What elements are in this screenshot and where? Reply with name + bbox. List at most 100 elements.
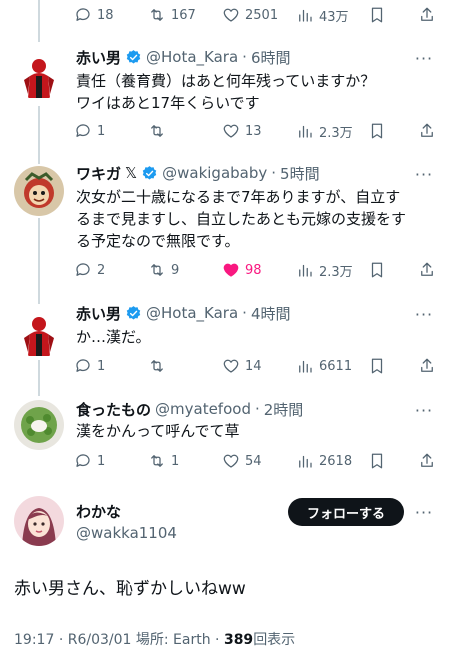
like-count: 98 [245,262,262,278]
avatar[interactable] [14,400,64,450]
text-line: る予定なので無限です。 [76,232,240,250]
bookmark-button[interactable] [368,448,386,474]
display-name[interactable]: 赤い男 [76,47,121,68]
separator-dot: · [215,632,220,648]
retweet-icon [151,455,163,467]
timestamp[interactable]: 2時間 [264,399,304,420]
reply-text: 責任（養育費）はあと何年残っていますか？ ワイはあと17年くらいです [76,70,436,114]
reply-count: 2 [97,262,106,278]
reply-button[interactable]: 1 [74,353,105,379]
reply-button[interactable]: 1 [74,448,105,474]
reply-header: 食ったもの @myatefood · 2時間 [76,398,410,420]
share-button[interactable] [418,257,436,283]
bookmark-button[interactable] [368,2,386,28]
timestamp[interactable]: 4時間 [251,303,291,324]
views-count: 2.3万 [319,264,353,280]
bookmark-button[interactable] [368,257,386,283]
retweet-button[interactable]: 167 [148,2,196,28]
avatar[interactable] [14,308,64,358]
handle[interactable]: @Hota_Kara [146,48,238,66]
retweet-button[interactable] [148,353,171,379]
views-count: 2.3万 [319,125,353,141]
like-button[interactable]: 98 [222,257,262,283]
views-button[interactable]: 6611 [296,353,352,379]
bookmark-icon [371,358,383,374]
retweet-icon [151,125,163,137]
reply-icon [76,124,90,137]
view-count-label: 回表示 [253,632,296,648]
like-button[interactable]: 54 [222,448,262,474]
post-time[interactable]: 19:17 [14,632,54,648]
reply-icon [76,454,90,467]
reply-button[interactable]: 1 [74,118,105,144]
x-logo-icon: 𝕏 [125,164,138,182]
post-date[interactable]: R6/03/01 [68,632,132,648]
heart-icon [223,359,239,373]
bookmark-button[interactable] [368,353,386,379]
bookmark-icon [371,7,383,23]
heart-icon [223,454,239,468]
avatar[interactable] [14,496,64,546]
author-handle-row: @wakka1104 [76,522,280,544]
share-button[interactable] [418,118,436,144]
views-button[interactable]: 2.3万 [296,118,353,144]
like-button[interactable]: 14 [222,353,262,379]
retweet-icon [151,360,163,372]
cartoon-avatar-icon [14,166,64,216]
post-meta: 19:17 · R6/03/01 場所: Earth · 389回表示 [14,629,295,649]
retweet-button[interactable]: 9 [148,257,179,283]
handle[interactable]: @wakigababy [162,164,267,182]
views-button[interactable]: 43万 [296,2,349,28]
verified-badge-icon [141,165,158,182]
retweet-count: 9 [171,262,180,278]
share-icon [421,358,433,372]
timestamp[interactable]: 5時間 [280,163,320,184]
display-name[interactable]: 食ったもの [76,399,151,420]
more-options-icon[interactable]: ··· [414,164,434,184]
reply-button[interactable]: 18 [74,2,114,28]
bookmark-button[interactable] [368,118,386,144]
handle[interactable]: @myatefood [155,400,251,418]
views-button[interactable]: 2618 [296,448,352,474]
share-button[interactable] [418,448,436,474]
separator-dot: · [58,632,64,648]
more-options-icon[interactable]: ··· [414,304,434,324]
retweet-button[interactable] [148,118,171,144]
timestamp[interactable]: 6時間 [251,47,291,68]
share-button[interactable] [418,353,436,379]
reply-text: 漢をかんって呼んでて草 [76,420,436,442]
thread-line [38,0,40,42]
reply-text: か…漢だ。 [76,326,436,348]
retweet-count: 1 [171,453,180,469]
like-button[interactable]: 13 [222,118,262,144]
separator-dot: · [271,164,277,182]
text-line: 漢をかんって呼んでて草 [76,422,240,440]
retweet-count: 167 [171,7,196,23]
separator-dot: · [242,48,247,66]
avatar[interactable] [14,166,64,216]
display-name[interactable]: ワキガ [76,163,121,184]
reply-icon [76,263,90,276]
like-count: 54 [245,453,262,469]
reply-button[interactable]: 2 [74,257,105,283]
more-options-icon[interactable]: ··· [414,502,434,522]
retweet-button[interactable]: 1 [148,448,179,474]
like-button[interactable]: 2501 [222,2,278,28]
display-name[interactable]: 赤い男 [76,303,121,324]
display-name[interactable]: わかな [76,501,121,522]
more-options-icon[interactable]: ··· [414,400,434,420]
handle[interactable]: @wakka1104 [76,524,177,542]
follow-button[interactable]: フォローする [288,498,404,526]
reply-count: 1 [97,453,106,469]
food-avatar-icon [14,400,64,450]
share-button[interactable] [418,2,436,28]
reply-header: ワキガ 𝕏 @wakigababy · 5時間 [76,162,410,184]
retweet-icon [151,264,163,276]
more-options-icon[interactable]: ··· [414,48,434,68]
avatar[interactable] [14,50,64,100]
heart-icon [223,8,239,22]
views-icon [299,360,312,373]
illustrated-girl-avatar-icon [14,496,64,546]
views-button[interactable]: 2.3万 [296,257,353,283]
handle[interactable]: @Hota_Kara [146,304,238,322]
